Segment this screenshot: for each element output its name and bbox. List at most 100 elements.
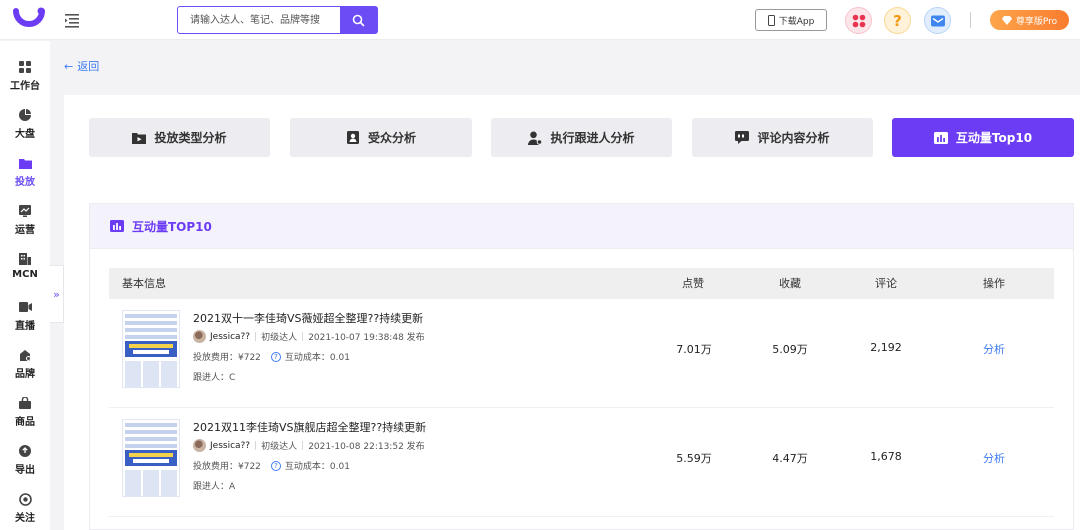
- help-button[interactable]: ?: [884, 7, 911, 34]
- back-link[interactable]: ← 返回: [64, 58, 99, 74]
- publish-time: 2021-10-07 19:38:48 发布: [308, 333, 425, 343]
- likes-value: 7.01万: [676, 343, 712, 356]
- phone-icon: [767, 14, 775, 26]
- follower: 跟进人：C: [193, 373, 236, 383]
- header-basic-info: 基本信息: [122, 277, 166, 290]
- sidebar-item-mcn[interactable]: MCN: [0, 250, 50, 290]
- eye-icon: [18, 492, 32, 506]
- tab-placement-type[interactable]: 投放类型分析: [89, 118, 270, 157]
- sidebar-item-export[interactable]: 导出: [0, 442, 50, 482]
- sidebar-item-label: 商品: [15, 417, 35, 428]
- logo-icon[interactable]: [12, 5, 46, 35]
- topbar-divider: [970, 12, 971, 28]
- note-thumbnail[interactable]: [122, 419, 180, 497]
- trend-icon: [18, 204, 32, 218]
- note-cost: 投放费用：¥722 ? 互动成本：0.01: [193, 459, 350, 472]
- header-favorites: 收藏: [779, 277, 801, 290]
- comments-value: 1,678: [870, 450, 902, 463]
- pie-icon: [18, 108, 32, 122]
- tab-label: 投放类型分析: [154, 131, 227, 145]
- back-label: 返回: [77, 60, 100, 73]
- grid-icon: [18, 60, 32, 74]
- tab-label: 执行跟进人分析: [550, 131, 635, 145]
- sidebar-item-label: 大盘: [15, 129, 35, 140]
- sidebar-item-brand[interactable]: 品牌: [0, 346, 50, 386]
- search-input[interactable]: [178, 7, 340, 33]
- video-icon: [18, 300, 32, 314]
- question-icon[interactable]: ?: [270, 351, 281, 362]
- sidebar: 工作台 大盘 投放 运营 MCN 直播 品牌 商品 导出 关注: [0, 41, 50, 530]
- building-icon: [18, 252, 32, 266]
- section-header: 互动量TOP10: [90, 204, 1073, 249]
- mail-button[interactable]: [924, 7, 951, 34]
- sidebar-item-label: 投放: [15, 177, 35, 188]
- pro-version-button[interactable]: 尊享版Pro: [990, 10, 1069, 30]
- analyze-link[interactable]: 分析: [964, 450, 1024, 466]
- analyze-link[interactable]: 分析: [964, 341, 1024, 357]
- double-chevron-right-icon: »: [53, 287, 60, 301]
- note-meta: Jessica?? | 初级达人 | 2021-10-07 19:38:48 发…: [193, 330, 425, 343]
- interaction-cost: 互动成本：0.01: [284, 462, 350, 472]
- author-level: 初级达人: [261, 333, 298, 343]
- user-gear-icon: [528, 131, 543, 145]
- comments-value: 2,192: [870, 341, 902, 354]
- sidebar-expand-button[interactable]: »: [50, 265, 64, 323]
- note-title[interactable]: 2021双11李佳琦VS旗舰店超全整理??持续更新: [193, 419, 426, 435]
- main-panel: 投放类型分析 受众分析 执行跟进人分析 评论内容分析 互动量Top10 互动量T…: [64, 95, 1080, 530]
- note-title[interactable]: 2021双十一李佳琦VS薇娅超全整理??持续更新: [193, 310, 423, 326]
- sidebar-item-goods[interactable]: 商品: [0, 394, 50, 434]
- note-thumbnail[interactable]: [122, 310, 180, 388]
- likes-value: 5.59万: [676, 452, 712, 465]
- tab-label: 评论内容分析: [757, 131, 830, 145]
- author-name[interactable]: Jessica??: [210, 441, 250, 451]
- comment-icon: [735, 131, 750, 145]
- pro-version-label: 尊享版Pro: [1015, 16, 1058, 27]
- bar-chart-icon: [933, 131, 948, 145]
- note-meta: Jessica?? | 初级达人 | 2021-10-08 22:13:52 发…: [193, 439, 425, 452]
- header-action: 操作: [983, 277, 1005, 290]
- tab-label: 互动量Top10: [955, 131, 1033, 145]
- menu-toggle-icon[interactable]: [64, 12, 80, 28]
- tab-audience[interactable]: 受众分析: [290, 118, 472, 157]
- download-app-label: 下载App: [778, 16, 815, 27]
- note-cost: 投放费用：¥722 ? 互动成本：0.01: [193, 350, 350, 363]
- avatar: [193, 439, 206, 452]
- folder-play-icon: [132, 131, 147, 145]
- sidebar-item-placement[interactable]: 投放: [0, 154, 50, 194]
- search-button[interactable]: [340, 7, 377, 33]
- table-header: 基本信息 点赞 收藏 评论 操作: [109, 268, 1054, 299]
- sidebar-item-follow[interactable]: 关注: [0, 490, 50, 530]
- diamond-icon: [1001, 15, 1012, 25]
- sidebar-item-label: 工作台: [10, 81, 40, 92]
- brand-icon: [18, 348, 32, 362]
- tab-interaction-top10[interactable]: 互动量Top10: [892, 118, 1074, 157]
- mail-icon: [930, 15, 945, 26]
- follower: 跟进人：A: [193, 482, 236, 492]
- placement-cost: 投放费用：¥722: [193, 462, 261, 472]
- search-box: [177, 6, 378, 34]
- top-bar: 下载App ? 尊享版Pro: [0, 0, 1080, 40]
- table-row: 2021双十一李佳琦VS薇娅超全整理??持续更新 Jessica?? | 初级达…: [109, 300, 1054, 408]
- sidebar-item-label: 关注: [15, 513, 35, 524]
- tab-follower[interactable]: 执行跟进人分析: [491, 118, 672, 157]
- sidebar-item-market[interactable]: 大盘: [0, 106, 50, 146]
- bag-icon: [18, 396, 32, 410]
- download-app-button[interactable]: 下载App: [755, 9, 827, 31]
- arrow-left-icon: ←: [64, 59, 74, 73]
- author-level: 初级达人: [261, 442, 298, 452]
- sidebar-item-workbench[interactable]: 工作台: [0, 58, 50, 98]
- sidebar-item-label: MCN: [12, 269, 38, 280]
- header-comments: 评论: [875, 277, 897, 290]
- sidebar-item-operation[interactable]: 运营: [0, 202, 50, 242]
- tab-comment-analysis[interactable]: 评论内容分析: [692, 118, 873, 157]
- author-name[interactable]: Jessica??: [210, 332, 250, 342]
- question-icon[interactable]: ?: [270, 460, 281, 471]
- apps-icon: [852, 14, 865, 27]
- publish-time: 2021-10-08 22:13:52 发布: [308, 442, 425, 452]
- interaction-cost: 互动成本：0.01: [284, 353, 350, 363]
- export-icon: [18, 444, 32, 458]
- favorites-value: 4.47万: [772, 452, 808, 465]
- sidebar-item-label: 导出: [15, 465, 35, 476]
- sidebar-item-live[interactable]: 直播: [0, 298, 50, 338]
- apps-button[interactable]: [845, 7, 872, 34]
